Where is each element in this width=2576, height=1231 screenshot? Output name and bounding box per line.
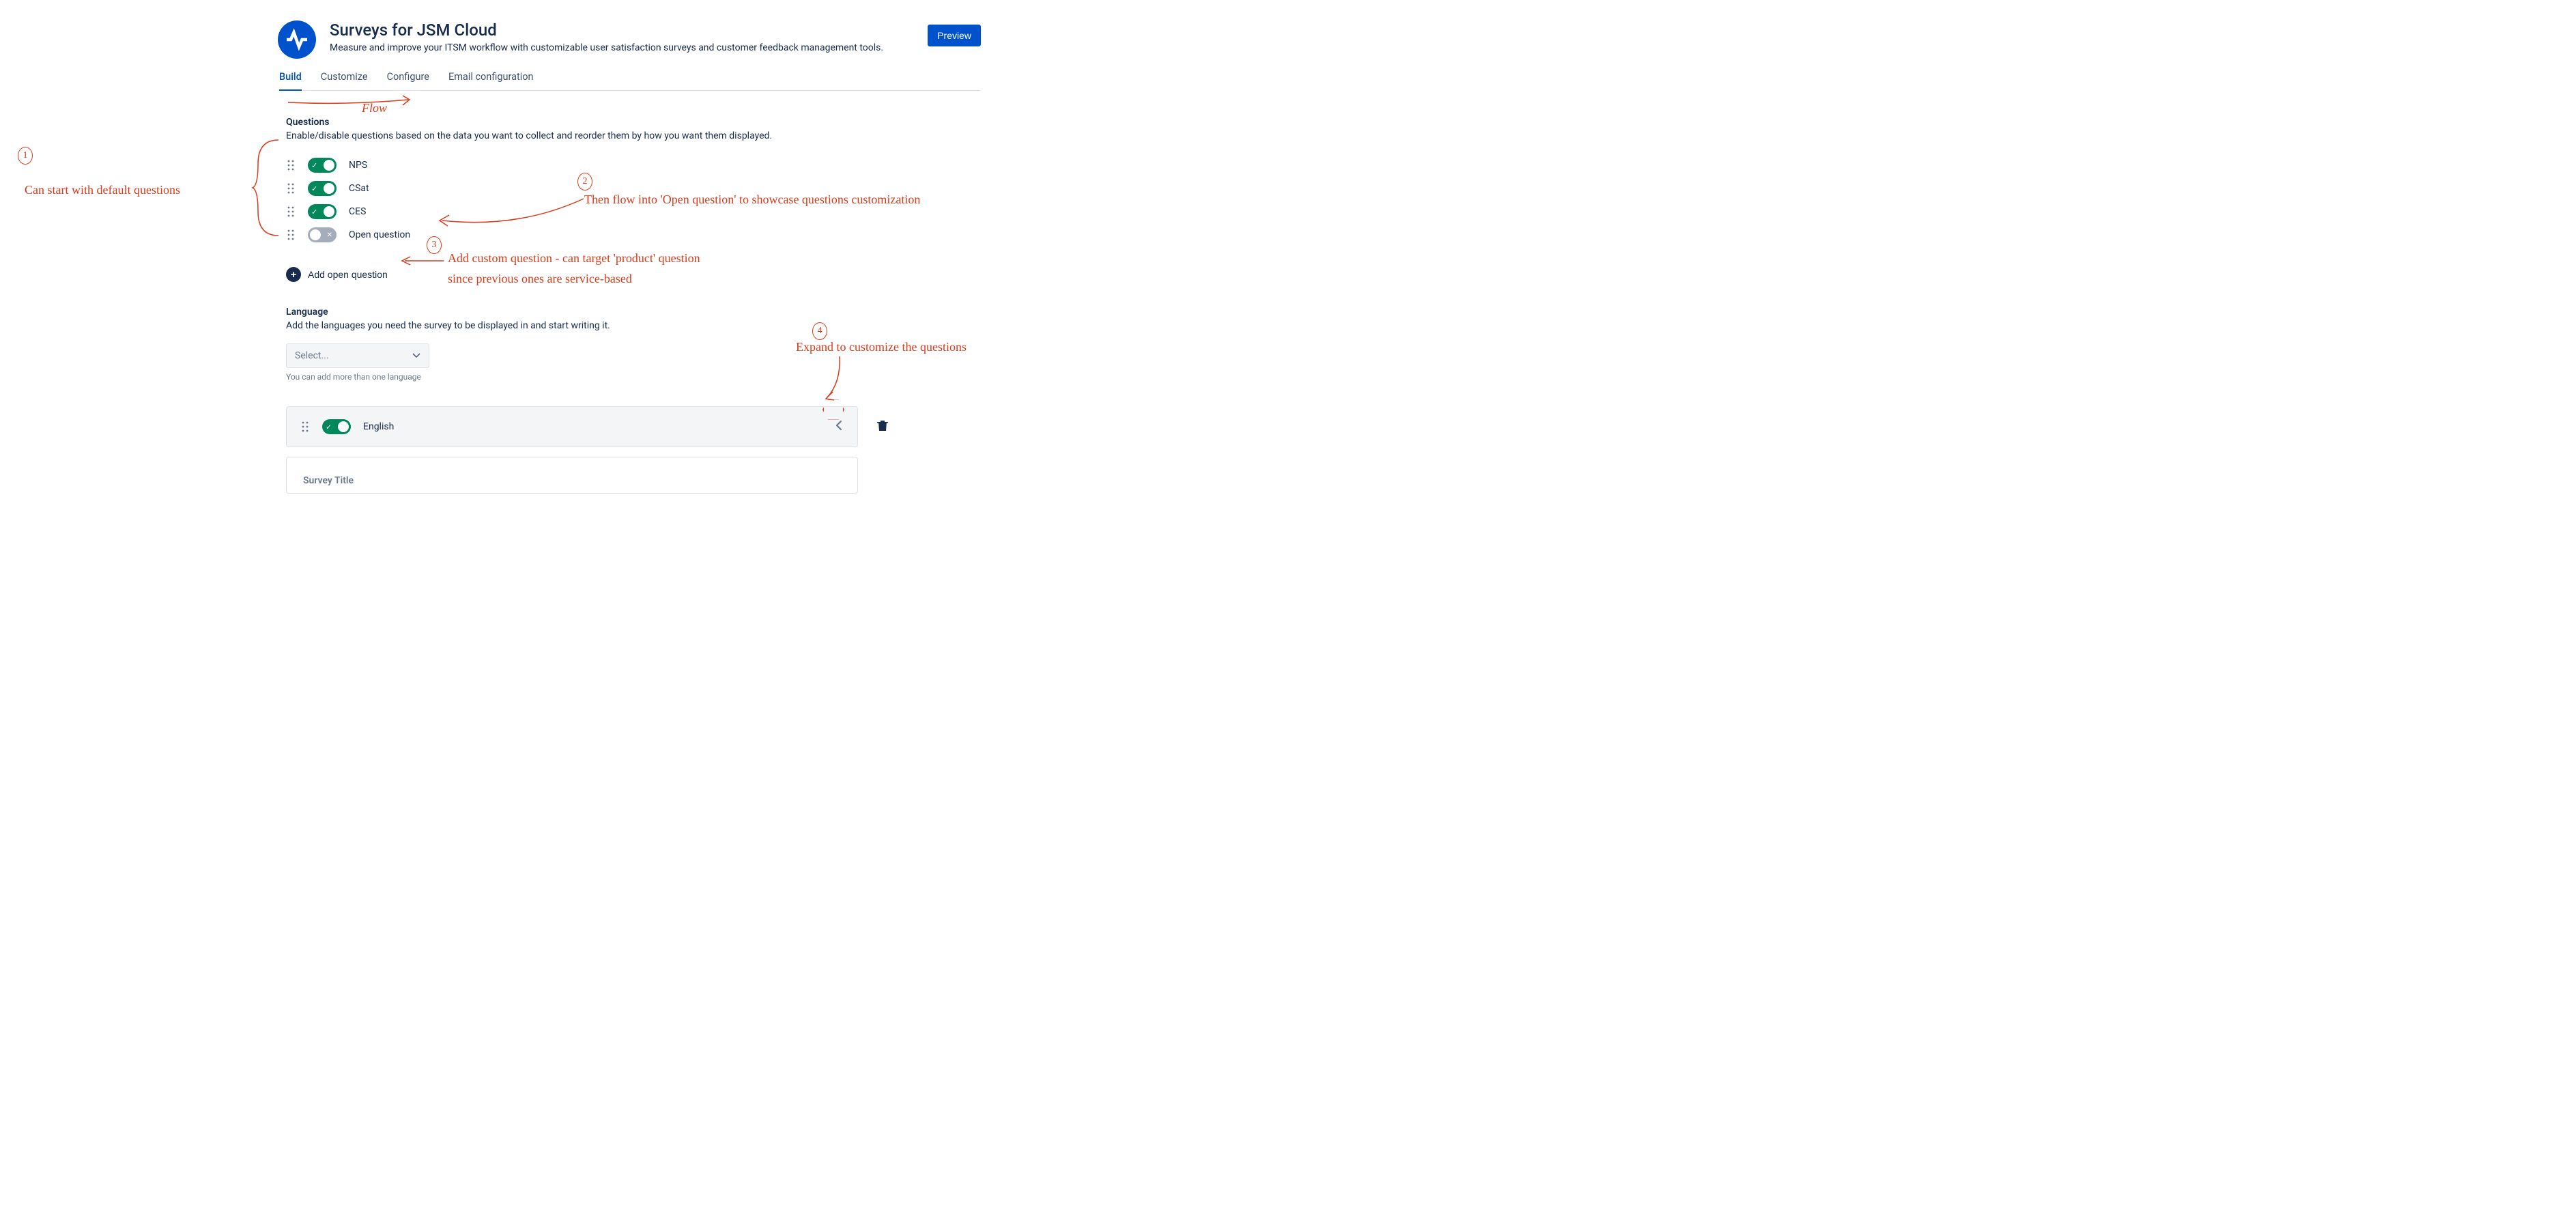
- toggle-english[interactable]: ✓: [322, 419, 351, 434]
- drag-handle-icon[interactable]: [286, 207, 296, 216]
- questions-heading: Questions: [286, 117, 981, 128]
- drag-handle-icon[interactable]: [286, 184, 296, 193]
- toggle-nps[interactable]: ✓: [308, 158, 337, 173]
- annotation-text-1: Can start with default questions: [25, 183, 180, 197]
- question-row-csat: ✓ CSat: [286, 177, 981, 200]
- language-label: English: [363, 421, 822, 432]
- question-row-nps: ✓ NPS: [286, 154, 981, 177]
- question-row-ces: ✓ CES: [286, 200, 981, 223]
- toggle-ces[interactable]: ✓: [308, 204, 337, 219]
- survey-title-card: Survey Title: [286, 457, 858, 494]
- drag-handle-icon[interactable]: [286, 160, 296, 170]
- question-row-open-question: ✕ Open question: [286, 223, 981, 246]
- tabs-bar: Build Customize Configure Email configur…: [278, 67, 981, 91]
- plus-icon: +: [286, 267, 301, 282]
- tab-build[interactable]: Build: [279, 67, 302, 91]
- app-logo-icon: [278, 20, 316, 59]
- preview-button[interactable]: Preview: [928, 25, 981, 46]
- page-subtitle: Measure and improve your ITSM workflow w…: [330, 42, 914, 53]
- language-card-english: ✓ English: [286, 406, 858, 447]
- select-placeholder: Select...: [295, 350, 329, 361]
- tab-customize[interactable]: Customize: [321, 67, 368, 91]
- drag-handle-icon[interactable]: [286, 230, 296, 240]
- tab-email-configuration[interactable]: Email configuration: [448, 67, 534, 91]
- toggle-open-question[interactable]: ✕: [308, 227, 337, 242]
- add-open-question-button[interactable]: + Add open question: [286, 267, 388, 282]
- question-list: ✓ NPS ✓ CSat ✓ CES ✕ Open question: [286, 154, 981, 246]
- add-open-question-label: Add open question: [308, 269, 388, 280]
- toggle-csat[interactable]: ✓: [308, 181, 337, 196]
- tab-configure[interactable]: Configure: [387, 67, 429, 91]
- question-label: NPS: [349, 160, 367, 171]
- question-label: CES: [349, 206, 366, 217]
- question-label: Open question: [349, 229, 410, 240]
- annotation-number-1: 1: [18, 147, 33, 165]
- language-heading: Language: [286, 307, 981, 317]
- drag-handle-icon[interactable]: [300, 422, 310, 431]
- language-description: Add the languages you need the survey to…: [286, 320, 981, 331]
- select-helper-text: You can add more than one language: [286, 372, 981, 382]
- survey-title-label: Survey Title: [303, 475, 841, 486]
- language-card-wrapper: ✓ English: [286, 406, 858, 447]
- page-title: Surveys for JSM Cloud: [330, 20, 914, 40]
- chevron-down-icon: [412, 350, 420, 361]
- questions-description: Enable/disable questions based on the da…: [286, 130, 981, 141]
- trash-icon[interactable]: [877, 419, 888, 434]
- chevron-left-icon[interactable]: [834, 419, 844, 434]
- question-label: CSat: [349, 183, 369, 194]
- language-select[interactable]: Select...: [286, 343, 429, 368]
